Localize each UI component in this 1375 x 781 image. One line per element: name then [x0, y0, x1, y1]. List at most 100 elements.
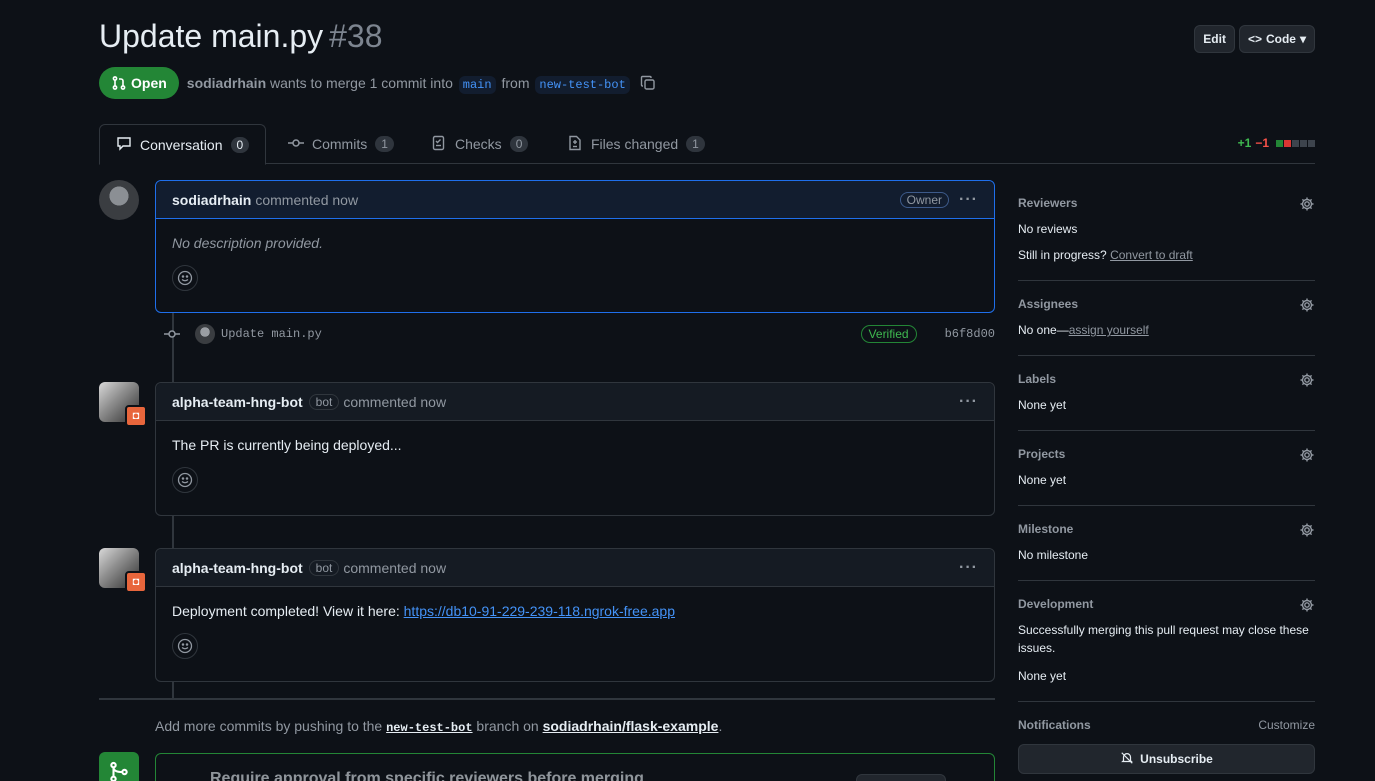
sidebar-title: Reviewers: [1018, 196, 1078, 210]
status-badge: Open: [99, 67, 179, 99]
pr-number: #38: [329, 18, 383, 54]
tab-label: Conversation: [140, 136, 223, 153]
gear-icon[interactable]: [1299, 196, 1315, 215]
diffstat-additions: +1: [1237, 136, 1252, 150]
comment-body: No description provided.: [172, 235, 323, 251]
comment-header: alpha-team-hng-bot bot commented now ···: [156, 383, 994, 421]
gear-icon[interactable]: [1299, 597, 1315, 616]
bot-label: bot: [308, 393, 340, 410]
edit-button[interactable]: Edit: [1194, 25, 1235, 53]
page-title: Update main.py #38: [99, 18, 383, 55]
merge-box-text: Require approval from specific reviewers…: [210, 770, 644, 781]
merge-box: Require approval from specific reviewers…: [155, 753, 995, 781]
commit-sha[interactable]: b6f8d00: [945, 327, 995, 341]
push-note: Add more commits by pushing to the new-t…: [155, 718, 722, 735]
gear-icon[interactable]: [1299, 522, 1315, 541]
gear-icon[interactable]: [1299, 372, 1315, 391]
bot-comment: alpha-team-hng-bot bot commented now ···…: [155, 548, 995, 682]
comment-body: Deployment completed! View it here: http…: [156, 587, 994, 619]
owner-label: Owner: [899, 191, 950, 208]
avatar[interactable]: [195, 324, 215, 344]
pr-title: Update main.py: [99, 18, 324, 54]
smiley-icon[interactable]: [172, 633, 198, 659]
pr-tabs: Conversation 0 Commits 1 Checks 0 Files …: [99, 124, 1315, 165]
pr-sidebar: Reviewers No reviews Still in progress? …: [1018, 180, 1315, 781]
code-button[interactable]: <> Code ▾: [1238, 25, 1315, 53]
merge-box-button[interactable]: [856, 774, 946, 781]
comment-body: The PR is currently being deployed...: [172, 437, 402, 453]
draft-row: Still in progress? Convert to draft: [1018, 246, 1315, 264]
push-note-text: branch on: [472, 718, 543, 734]
comment-author[interactable]: alpha-team-hng-bot: [172, 560, 303, 576]
push-note-text: Add more commits by pushing to the: [155, 718, 387, 734]
repo-link[interactable]: sodiadrhain/flask-example: [543, 718, 719, 734]
tab-files-changed[interactable]: Files changed 1: [551, 124, 721, 164]
tab-checks[interactable]: Checks 0: [415, 124, 544, 164]
kebab-menu-icon[interactable]: ···: [959, 191, 978, 209]
deployment-link[interactable]: https://db10-91-229-239-118.ngrok-free.a…: [404, 603, 675, 619]
pr-meta: sodiadrhain wants to merge 1 commit into…: [187, 74, 632, 94]
bot-app-icon: ◘: [125, 571, 147, 593]
sidebar-value: No one—assign yourself: [1018, 321, 1315, 339]
gear-icon[interactable]: [1299, 447, 1315, 466]
sidebar-development: Development Successfully merging this pu…: [1018, 581, 1315, 702]
assign-yourself-link[interactable]: assign yourself: [1069, 323, 1149, 337]
unsubscribe-button[interactable]: Unsubscribe: [1018, 744, 1315, 774]
commit-message[interactable]: Update main.py: [221, 327, 322, 341]
tab-counter: 1: [686, 136, 705, 152]
draft-prefix: Still in progress?: [1018, 248, 1107, 262]
sidebar-projects: Projects None yet: [1018, 431, 1315, 506]
comment-time[interactable]: commented now: [343, 560, 446, 576]
tab-label: Commits: [312, 136, 368, 152]
sidebar-assignees: Assignees No one—assign yourself: [1018, 281, 1315, 356]
sidebar-value: None yet: [1018, 473, 1067, 487]
pr-state-row: Open sodiadrhain wants to merge 1 commit…: [99, 67, 656, 99]
base-branch[interactable]: main: [458, 75, 496, 94]
bot-app-icon: ◘: [125, 405, 147, 427]
kebab-menu-icon[interactable]: ···: [959, 393, 978, 411]
diffstat-bar: [1275, 139, 1315, 147]
comment-time[interactable]: commented now: [255, 192, 358, 208]
bell-slash-icon: [1120, 751, 1134, 768]
tab-counter: 0: [509, 136, 529, 152]
comment-author[interactable]: sodiadrhain: [172, 192, 251, 208]
sidebar-value: No milestone: [1018, 548, 1089, 562]
code-button-label: Code: [1265, 32, 1296, 46]
kebab-menu-icon[interactable]: ···: [959, 559, 978, 577]
unsubscribe-label: Unsubscribe: [1140, 752, 1213, 766]
verified-badge[interactable]: Verified: [860, 325, 917, 343]
comment-time[interactable]: commented now: [343, 394, 446, 410]
comment-author[interactable]: alpha-team-hng-bot: [172, 394, 303, 410]
header-actions: Edit <> Code ▾: [1194, 25, 1315, 53]
push-note-branch[interactable]: new-test-bot: [386, 721, 472, 735]
smiley-icon[interactable]: [172, 265, 198, 291]
convert-to-draft-link[interactable]: Convert to draft: [1110, 248, 1193, 262]
smiley-icon[interactable]: [172, 467, 198, 493]
pr-meta-text: wants to merge 1 commit into: [270, 74, 453, 91]
tab-counter: 1: [375, 136, 394, 152]
sidebar-title: Development: [1018, 597, 1094, 611]
copy-icon[interactable]: [640, 75, 656, 91]
head-branch[interactable]: new-test-bot: [535, 75, 630, 94]
pr-author[interactable]: sodiadrhain: [187, 75, 266, 91]
sidebar-title: Assignees: [1018, 297, 1079, 311]
file-diff-icon: [567, 135, 583, 154]
tab-conversation[interactable]: Conversation 0: [99, 124, 267, 165]
sidebar-title: Milestone: [1018, 522, 1074, 536]
code-icon: <>: [1247, 32, 1262, 46]
sidebar-value: None yet: [1018, 669, 1067, 683]
gear-icon[interactable]: [1299, 297, 1315, 316]
sidebar-value: No reviews: [1018, 222, 1078, 236]
sidebar-labels: Labels None yet: [1018, 356, 1315, 431]
pull-request-icon: [112, 76, 126, 90]
checklist-icon: [431, 135, 447, 154]
chevron-down-icon: ▾: [1299, 32, 1306, 46]
avatar[interactable]: [99, 180, 139, 220]
comment-header: alpha-team-hng-bot bot commented now ···: [156, 549, 994, 587]
sidebar-milestone: Milestone No milestone: [1018, 506, 1315, 581]
tab-label: Checks: [455, 136, 502, 152]
customize-link[interactable]: Customize: [1258, 718, 1315, 732]
pr-meta-from: from: [501, 74, 530, 91]
tab-commits[interactable]: Commits 1: [272, 124, 410, 164]
diffstat: +1 −1: [1238, 136, 1315, 150]
